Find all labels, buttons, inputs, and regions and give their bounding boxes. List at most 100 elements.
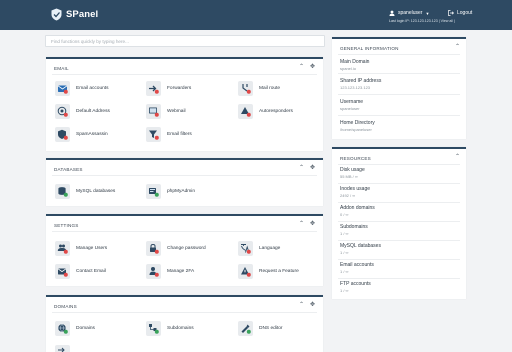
at-sign-icon — [55, 104, 70, 119]
info-value: 1 / ∞ — [340, 250, 349, 255]
spamassassin-item[interactable]: SpamAssassin — [55, 127, 108, 142]
subdomains-row: Subdomains 1 / ∞ — [340, 224, 368, 236]
info-value: /home/spaneluser — [340, 127, 372, 132]
panel-title: DATABASES — [54, 167, 83, 172]
divider — [338, 221, 460, 222]
item-label: Autoresponders — [259, 109, 293, 114]
forwarders-item[interactable]: Forwarders — [146, 81, 191, 96]
subdomains-item[interactable]: Subdomains — [146, 321, 194, 336]
webmail-icon — [146, 104, 161, 119]
addon-domains-row: Addon domains 0 / ∞ — [340, 205, 375, 217]
collapse-icon[interactable]: ⌃ — [455, 154, 460, 160]
default-address-item[interactable]: Default Address — [55, 104, 110, 119]
dns-icon — [238, 321, 253, 336]
panel-title: EMAIL — [54, 66, 69, 71]
change-password-item[interactable]: Change password — [146, 241, 206, 256]
logout-icon — [448, 10, 454, 16]
item-label: Forwarders — [167, 86, 192, 91]
users-icon — [55, 241, 70, 256]
panel-title: RESOURCES — [340, 156, 371, 161]
app-logo[interactable]: SPanel — [51, 8, 98, 21]
manage-users-item[interactable]: Manage Users — [55, 241, 107, 256]
autoresponder-icon — [238, 104, 253, 119]
user-menu[interactable]: spaneluser ▼ — [389, 10, 429, 16]
settings-panel: SETTINGS ⌃ ✥ Manage Users Change passwor… — [46, 214, 323, 286]
item-label: Request a Feature — [259, 269, 299, 274]
info-key: Inodes usage — [340, 186, 371, 192]
info-key: Addon domains — [340, 205, 375, 211]
request-feature-item[interactable]: Request a Feature — [238, 264, 299, 279]
collapse-icon[interactable]: ⌃ — [299, 302, 304, 308]
item-label: Default Address — [76, 109, 110, 114]
move-icon[interactable]: ✥ — [310, 302, 315, 308]
shared-ip-row: Shared IP address 123.123.123.123 — [340, 78, 381, 90]
language-item[interactable]: Language — [238, 241, 280, 256]
info-value: 2492 / ∞ — [340, 193, 356, 198]
divider — [338, 73, 460, 74]
email-accounts-item[interactable]: Email accounts — [55, 81, 109, 96]
contact-email-item[interactable]: Contact Email — [55, 264, 106, 279]
item-label: Contact Email — [76, 269, 106, 274]
partial-item[interactable] — [55, 345, 70, 352]
php-icon — [146, 184, 161, 199]
mail-route-item[interactable]: Mail route — [238, 81, 280, 96]
email-panel: EMAIL ⌃ ✥ Email accounts Forwarders Mail… — [46, 57, 323, 151]
chevron-down-icon: ▼ — [425, 10, 430, 16]
item-label: Subdomains — [167, 326, 194, 331]
last-login-ip[interactable]: Last login IP: 123.123.123.123 | View al… — [389, 19, 455, 23]
contact-email-icon — [55, 264, 70, 279]
email-filters-item[interactable]: Email filters — [146, 127, 192, 142]
route-icon — [238, 81, 253, 96]
username-row: Username spaneluser — [340, 99, 363, 111]
dns-editor-item[interactable]: DNS editor — [238, 321, 282, 336]
item-label: Change password — [167, 246, 206, 251]
info-key: Main Domain — [340, 59, 370, 65]
divider — [338, 259, 460, 260]
main-domain-row: Main Domain spanel.io — [340, 59, 369, 71]
item-label: Email filters — [167, 132, 192, 137]
item-label: DNS editor — [259, 326, 283, 331]
resources-panel: RESOURCES ⌃ Disk usage 55 MB / ∞ Inodes … — [332, 147, 466, 299]
item-label: Webmail — [167, 109, 186, 114]
autoresponders-item[interactable]: Autoresponders — [238, 104, 293, 119]
disk-usage-row: Disk usage 55 MB / ∞ — [340, 167, 365, 179]
panel-title: DOMAINS — [54, 304, 77, 309]
mysql-databases-item[interactable]: MySQL databases — [55, 184, 115, 199]
divider — [338, 202, 460, 203]
search-input[interactable] — [45, 35, 325, 47]
general-info-panel: GENERAL INFORMATION ⌃ Main Domain spanel… — [332, 37, 466, 139]
shield-logo-icon — [51, 8, 62, 21]
collapse-icon[interactable]: ⌃ — [299, 64, 304, 70]
databases-panel: DATABASES ⌃ ✥ MySQL databases phpMyAdmin — [46, 158, 323, 206]
collapse-icon[interactable]: ⌃ — [299, 221, 304, 227]
info-value: 123.123.123.123 — [340, 85, 371, 90]
envelope-icon — [55, 81, 70, 96]
info-key: Shared IP address — [340, 78, 382, 84]
info-value: spaneluser — [340, 106, 360, 111]
phpmyadmin-item[interactable]: phpMyAdmin — [146, 184, 195, 199]
divider — [52, 312, 317, 313]
divider — [338, 94, 460, 95]
divider — [338, 183, 460, 184]
logout-button[interactable]: Logout — [448, 10, 472, 16]
info-key: MySQL databases — [340, 243, 381, 249]
manage-2fa-item[interactable]: Manage 2FA — [146, 264, 194, 279]
move-icon[interactable]: ✥ — [310, 221, 315, 227]
shield-icon — [55, 127, 70, 142]
ftp-accounts-row: FTP accounts 1 / ∞ — [340, 281, 371, 293]
collapse-icon[interactable]: ⌃ — [455, 44, 460, 50]
domains-item[interactable]: Domains — [55, 321, 95, 336]
info-value: 1 / ∞ — [340, 288, 349, 293]
webmail-item[interactable]: Webmail — [146, 104, 186, 119]
item-label: Email accounts — [76, 86, 109, 91]
database-icon — [55, 184, 70, 199]
panel-title: GENERAL INFORMATION — [340, 46, 399, 51]
lock-icon — [146, 241, 161, 256]
email-accounts-row: Email accounts 1 / ∞ — [340, 262, 374, 274]
home-directory-row: Home Directory /home/spaneluser — [340, 120, 375, 132]
move-icon[interactable]: ✥ — [310, 165, 315, 171]
move-icon[interactable]: ✥ — [310, 64, 315, 70]
two-factor-icon — [146, 264, 161, 279]
collapse-icon[interactable]: ⌃ — [299, 165, 304, 171]
divider — [52, 231, 317, 232]
